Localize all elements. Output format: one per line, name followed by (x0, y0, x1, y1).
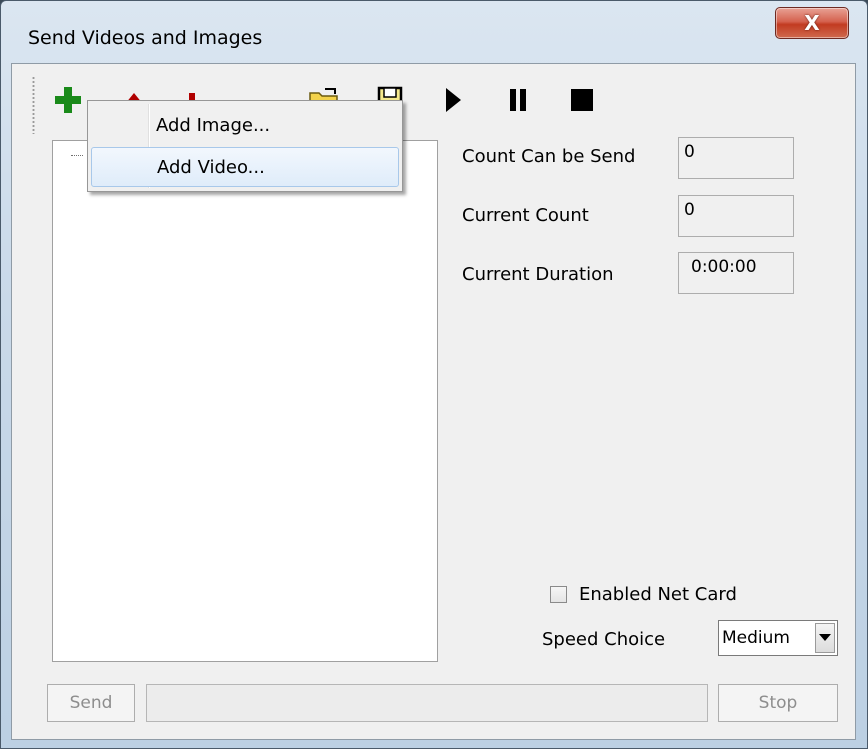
enabled-net-card-label: Enabled Net Card (579, 584, 737, 605)
enabled-net-card-row[interactable]: Enabled Net Card (550, 584, 737, 605)
speed-choice-value: Medium (722, 628, 790, 648)
current-duration-field[interactable]: 0:00:00 (678, 252, 794, 294)
tree-root-connector (71, 155, 83, 158)
add-context-menu: Add Image... Add Video... (87, 100, 403, 192)
speed-choice-select[interactable]: Medium (718, 620, 838, 656)
count-can-be-send-field[interactable]: 0 (678, 137, 794, 179)
chevron-down-icon[interactable] (815, 623, 835, 653)
stop-playback-button[interactable] (560, 78, 604, 122)
pause-icon (510, 89, 526, 111)
current-count-label: Current Count (462, 205, 589, 226)
title-bar[interactable]: Send Videos and Images X (1, 1, 867, 63)
current-duration-label: Current Duration (462, 264, 614, 285)
media-tree[interactable] (52, 140, 438, 662)
stop-button[interactable]: Stop (718, 684, 838, 722)
add-button[interactable] (46, 78, 90, 122)
add-icon (55, 87, 81, 113)
toolbar-grip[interactable] (32, 76, 35, 134)
play-icon (446, 88, 461, 112)
window-title: Send Videos and Images (28, 27, 263, 49)
close-icon: X (804, 11, 820, 35)
send-progress-bar (146, 684, 708, 722)
close-button[interactable]: X (775, 7, 849, 39)
play-button[interactable] (430, 78, 474, 122)
current-count-field[interactable]: 0 (678, 195, 794, 237)
enabled-net-card-checkbox[interactable] (550, 586, 567, 603)
menu-item-add-video[interactable]: Add Video... (91, 147, 399, 187)
send-button[interactable]: Send (47, 684, 135, 722)
speed-choice-label: Speed Choice (542, 629, 666, 650)
menu-item-add-image[interactable]: Add Image... (91, 105, 399, 145)
stop-icon (571, 89, 593, 111)
count-can-be-send-label: Count Can be Send (462, 146, 636, 167)
pause-button[interactable] (496, 78, 540, 122)
send-videos-images-window: Send Videos and Images X Count Can be Se… (0, 0, 868, 749)
